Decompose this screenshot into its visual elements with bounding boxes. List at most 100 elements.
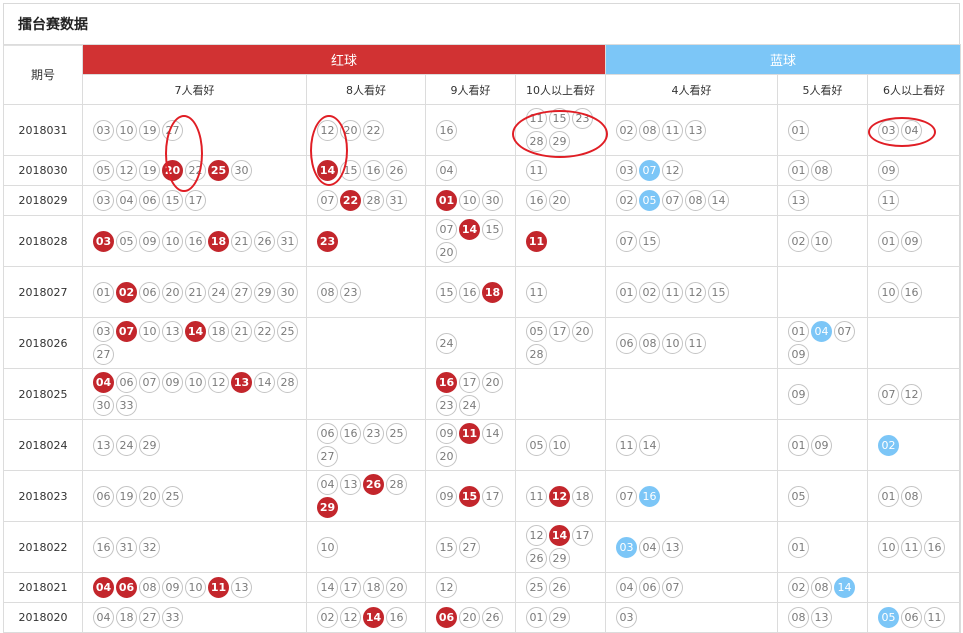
ball-cell bbox=[867, 572, 962, 603]
number-ball: 06 bbox=[639, 577, 661, 598]
number-ball: 28 bbox=[386, 474, 407, 495]
hit-blue-ball: 02 bbox=[878, 434, 900, 456]
col-red-8: 8人看好 bbox=[306, 74, 426, 105]
number-ball: 10 bbox=[116, 119, 137, 141]
number-ball: 05 bbox=[526, 434, 547, 456]
number-ball: 03 bbox=[93, 190, 114, 211]
number-ball: 07 bbox=[662, 190, 684, 211]
number-ball: 13 bbox=[162, 321, 183, 342]
ball-cell: 06 16 23 25 27 bbox=[306, 419, 426, 471]
table-row: 2018025 04 06 07 09 10 12 13 14 2830 33 16 17 2023 24 0… bbox=[3, 368, 962, 420]
ball-cell: 24 bbox=[425, 317, 516, 369]
number-ball: 06 bbox=[139, 190, 160, 211]
number-ball: 06 bbox=[93, 485, 114, 507]
ball-cell: 25 26 bbox=[514, 572, 607, 603]
number-ball: 08 bbox=[901, 485, 923, 507]
number-ball: 23 bbox=[572, 108, 593, 129]
hit-red-ball: 14 bbox=[549, 525, 570, 546]
number-ball: 04 bbox=[116, 190, 137, 211]
number-ball: 11 bbox=[526, 485, 547, 507]
ball-cell: 03 05 09 10 16 18 21 26 31 bbox=[82, 215, 307, 267]
number-ball: 29 bbox=[139, 434, 160, 456]
table-row: 2018023 06 19 20 25 04 13 26 2829 09 15 17 11 12 18 07 1… bbox=[3, 470, 962, 522]
number-ball: 24 bbox=[436, 332, 457, 354]
number-ball: 13 bbox=[340, 474, 361, 495]
number-ball: 26 bbox=[526, 548, 547, 569]
number-ball: 20 bbox=[436, 446, 457, 467]
number-ball: 15 bbox=[340, 160, 361, 181]
number-ball: 07 bbox=[662, 577, 684, 598]
number-ball: 20 bbox=[340, 119, 361, 141]
number-ball: 17 bbox=[185, 190, 206, 211]
number-ball: 26 bbox=[254, 230, 275, 252]
ball-cell: 01 04 07 09 bbox=[777, 317, 869, 369]
number-ball: 12 bbox=[340, 607, 361, 628]
ball-cell: 06 08 10 11 bbox=[605, 317, 779, 369]
hit-blue-ball: 07 bbox=[639, 160, 661, 181]
ball-cell bbox=[605, 368, 779, 420]
number-ball: 26 bbox=[386, 160, 407, 181]
ball-cell: 01 09 bbox=[777, 419, 869, 471]
ball-cell: 02 10 bbox=[777, 215, 869, 267]
hit-blue-ball: 05 bbox=[878, 607, 900, 628]
number-ball: 08 bbox=[317, 281, 338, 303]
hit-red-ball: 11 bbox=[459, 423, 480, 444]
number-ball: 06 bbox=[116, 372, 137, 393]
number-ball: 13 bbox=[93, 434, 114, 456]
ball-cell: 12 bbox=[425, 572, 516, 603]
ball-cell: 16 bbox=[425, 104, 516, 156]
ball-cell: 16 20 bbox=[514, 185, 607, 216]
red-ball-group-header: 红球 bbox=[81, 44, 607, 75]
number-ball: 23 bbox=[436, 395, 457, 416]
ball-cell: 07 16 bbox=[605, 470, 779, 522]
number-ball: 11 bbox=[662, 119, 684, 141]
ball-cell: 11 bbox=[514, 155, 607, 186]
number-ball: 15 bbox=[482, 219, 503, 240]
period-cell: 2018029 bbox=[3, 185, 83, 216]
number-ball: 21 bbox=[231, 230, 252, 252]
ball-cell bbox=[306, 368, 426, 420]
ball-cell bbox=[867, 317, 962, 369]
number-ball: 14 bbox=[482, 423, 503, 444]
number-ball: 16 bbox=[93, 536, 114, 558]
hit-red-ball: 04 bbox=[93, 577, 114, 598]
hit-red-ball: 14 bbox=[185, 321, 206, 342]
ball-cell: 11 15 23 28 29 bbox=[514, 104, 607, 156]
ball-cell: 05 10 bbox=[514, 419, 607, 471]
period-cell: 2018022 bbox=[3, 521, 83, 573]
hit-red-ball: 29 bbox=[317, 497, 338, 518]
number-ball: 16 bbox=[436, 119, 457, 141]
hit-red-ball: 14 bbox=[459, 219, 480, 240]
ball-cell: 01 02 06 20 21 24 27 29 30 bbox=[82, 266, 307, 318]
ball-cell: 12 20 22 bbox=[306, 104, 426, 156]
number-ball: 02 bbox=[616, 119, 638, 141]
table-row: 2018020 04 18 27 33 02 12 14 16 06 20 26 01 29 03 08 13 0… bbox=[3, 602, 962, 633]
number-ball: 33 bbox=[116, 395, 137, 416]
number-ball: 25 bbox=[162, 485, 183, 507]
ball-cell: 23 bbox=[306, 215, 426, 267]
hit-blue-ball: 14 bbox=[834, 577, 856, 598]
number-ball: 01 bbox=[788, 321, 810, 342]
period-cell: 2018026 bbox=[3, 317, 83, 369]
number-ball: 04 bbox=[639, 536, 661, 558]
number-ball: 20 bbox=[572, 321, 593, 342]
number-ball: 25 bbox=[277, 321, 298, 342]
ball-cell: 04 06 08 09 10 11 13 bbox=[82, 572, 307, 603]
number-ball: 28 bbox=[526, 131, 547, 152]
number-ball: 12 bbox=[208, 372, 229, 393]
ball-cell: 10 16 bbox=[867, 266, 962, 318]
ball-cell bbox=[777, 266, 869, 318]
number-ball: 08 bbox=[639, 119, 661, 141]
table-row: 2018024 13 24 29 06 16 23 2527 09 11 1420 05 10 11 14 0… bbox=[3, 419, 962, 471]
ball-cell: 13 24 29 bbox=[82, 419, 307, 471]
ball-cell: 09 11 14 20 bbox=[425, 419, 516, 471]
number-ball: 01 bbox=[788, 160, 810, 181]
number-ball: 10 bbox=[459, 190, 480, 211]
hit-red-ball: 12 bbox=[549, 485, 570, 507]
number-ball: 06 bbox=[317, 423, 338, 444]
col-red-10plus: 10人以上看好 bbox=[514, 74, 607, 105]
ball-cell: 10 11 16 bbox=[867, 521, 962, 573]
number-ball: 21 bbox=[185, 281, 206, 303]
number-ball: 27 bbox=[231, 281, 252, 303]
number-ball: 22 bbox=[185, 160, 206, 181]
